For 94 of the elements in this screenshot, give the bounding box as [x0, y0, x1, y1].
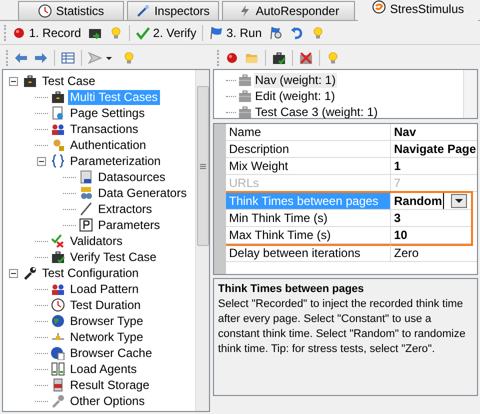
property-name[interactable]: Max Think Time (s)	[226, 227, 391, 243]
tree-item[interactable]: Extractors	[96, 202, 154, 216]
grid-icon	[61, 51, 75, 65]
back-arrow-icon	[14, 51, 28, 65]
tree-item[interactable]: Test Configuration	[40, 266, 141, 280]
database-icon	[79, 170, 93, 184]
tree-item[interactable]: Other Options	[68, 394, 147, 408]
s-logo-icon	[372, 0, 386, 14]
flag-icon	[209, 26, 224, 40]
tree-item[interactable]: Load Agents	[68, 362, 139, 376]
help-title: Think Times between pages	[218, 282, 365, 297]
tree-item[interactable]: Browser Cache	[68, 346, 154, 360]
undo-arrow-icon	[290, 26, 304, 40]
forward-arrow-icon	[34, 51, 48, 65]
toolbar-button[interactable]: 1. Record	[11, 22, 82, 42]
briefcase-icon	[23, 74, 37, 88]
tree-item[interactable]: Page Settings	[68, 106, 147, 120]
clock-icon	[51, 298, 65, 312]
toolbar-button[interactable]	[272, 51, 286, 65]
tree-item[interactable]: Network Type	[68, 330, 146, 344]
tree-item[interactable]: Parameterization	[68, 154, 163, 168]
briefcase-icon	[238, 89, 252, 103]
tree-item[interactable]: Parameters	[96, 218, 162, 232]
tree-item[interactable]: Datasources	[96, 170, 168, 184]
page-globe-icon	[51, 106, 65, 120]
tree-item[interactable]: Verify Test Case	[68, 250, 158, 264]
property-value[interactable]: Navigate Page	[391, 141, 477, 157]
record-icon	[12, 26, 26, 40]
tree-item[interactable]: Result Storage	[68, 378, 152, 392]
people-icon	[51, 282, 65, 296]
briefcase-check-icon	[51, 250, 65, 264]
person-lock-icon	[51, 138, 65, 152]
braces-icon	[51, 154, 65, 168]
caret-icon	[455, 198, 463, 204]
database-storage-icon	[51, 378, 65, 392]
expander[interactable]	[9, 76, 18, 86]
check-cross-icon	[51, 234, 65, 248]
property-name[interactable]: Name	[226, 124, 391, 140]
property-value[interactable]: 1	[391, 158, 477, 174]
wand-icon	[136, 4, 150, 18]
weighted-case-entry[interactable]: Nav (weight: 1)	[254, 72, 337, 88]
lightbulb-icon	[326, 51, 340, 65]
dropdown-button[interactable]	[451, 194, 467, 208]
tab[interactable]: AutoResponder	[222, 1, 355, 20]
property-value: 7	[393, 175, 402, 191]
property-value[interactable]: Nav	[391, 124, 477, 140]
property-value[interactable]: 3	[391, 210, 471, 226]
dropdown-field[interactable]: Random	[394, 193, 444, 209]
globe-icon	[51, 314, 65, 328]
property-name[interactable]: Min Think Time (s)	[226, 210, 391, 226]
tree-item[interactable]: Browser Type	[68, 314, 146, 328]
clock-icon	[38, 4, 52, 18]
server-icon	[51, 362, 65, 376]
expander[interactable]	[9, 268, 18, 278]
property-name[interactable]: Delay between iterations	[226, 245, 391, 261]
vertical-scrollbar[interactable]	[195, 70, 209, 411]
flag-magnifier-icon	[268, 26, 283, 40]
lightbulb-icon	[109, 26, 124, 40]
toolbar-button[interactable]	[61, 51, 75, 65]
tree-item[interactable]: Validators	[68, 234, 124, 248]
letter-p-box-icon	[79, 218, 93, 232]
toolbar-button[interactable]	[225, 51, 239, 65]
weighted-case-entry[interactable]: Test Case 3 (weight: 1)	[254, 104, 379, 120]
pointer-icon	[88, 51, 102, 65]
tree-item[interactable]: Authentication	[68, 138, 148, 152]
property-name[interactable]: Description	[226, 141, 391, 157]
toolbar-button[interactable]: 2. Verify	[135, 22, 198, 42]
tree-item[interactable]: Transactions	[68, 122, 140, 136]
people-icon	[51, 122, 65, 136]
briefcase-check-icon	[272, 51, 286, 65]
help-text: Select "Recorded" to inject the recorded think time after every page. Select "Constant" to use a constant think time. Select "Random" to randomize think time. Tip: for stress tests, select "Zero".	[218, 297, 466, 357]
tree-item[interactable]: Test Duration	[68, 298, 143, 312]
lightbulb-icon	[310, 26, 325, 40]
weighted-case-entry[interactable]: Edit (weight: 1)	[254, 88, 336, 104]
toolbar-button[interactable]: 3. Run	[208, 22, 263, 42]
property-name[interactable]: Mix Weight	[226, 158, 391, 174]
briefcase-x-icon	[299, 51, 313, 65]
tab[interactable]: StresStimulus	[358, 0, 478, 21]
globe-page-icon	[51, 346, 65, 360]
folder-icon	[245, 51, 259, 65]
briefcase-icon	[238, 73, 252, 87]
property-value[interactable]: 10	[391, 227, 471, 243]
expander[interactable]	[37, 156, 46, 166]
tab[interactable]: Inspectors	[127, 1, 219, 20]
property-value[interactable]: Zero	[391, 245, 477, 261]
checkmark-icon	[136, 26, 150, 40]
tree-item[interactable]: Data Generators	[96, 186, 189, 200]
vertical-scrollbar[interactable]	[463, 70, 477, 118]
tree-item[interactable]: Test Case	[40, 74, 98, 88]
briefcase-icon	[51, 90, 65, 104]
tree-item[interactable]: Load Pattern	[68, 282, 141, 296]
lightbulb-icon	[122, 51, 136, 65]
record-icon	[225, 51, 239, 65]
tab[interactable]: Statistics	[18, 1, 124, 20]
